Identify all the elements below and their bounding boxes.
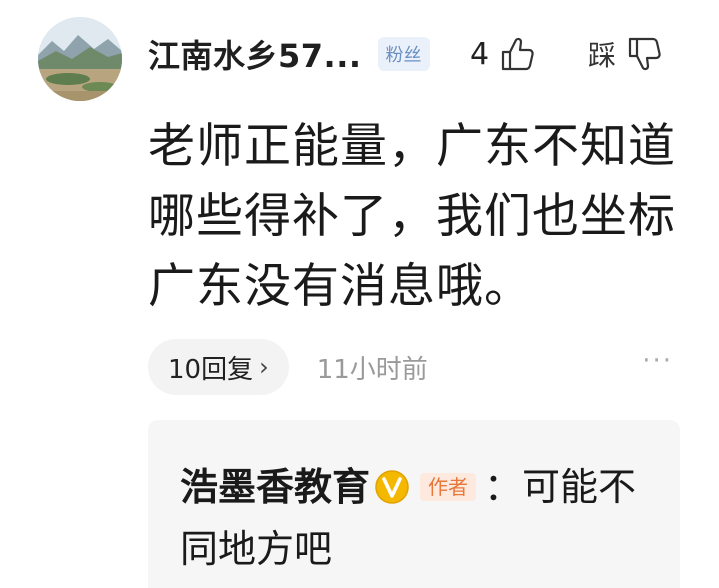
- comment-meta: 10回复 › 11小时前 ···: [148, 338, 689, 396]
- more-options-icon[interactable]: ···: [642, 346, 673, 376]
- fan-badge: 粉丝: [377, 37, 430, 71]
- comment-page: 江南水乡57... 粉丝 4 踩 老师正能量，广东不知道哪些得补了，我们也坐标广…: [0, 0, 719, 588]
- reply-author[interactable]: 浩墨香教育: [180, 465, 370, 509]
- dislike-label: 踩: [588, 39, 617, 72]
- comment-header: 江南水乡57... 粉丝 4 踩: [148, 26, 681, 82]
- comment-timestamp: 11小时前: [316, 354, 428, 385]
- chevron-right-icon: ›: [259, 353, 269, 381]
- replies-button[interactable]: 10回复 ›: [148, 339, 289, 395]
- thumbs-up-icon[interactable]: [497, 34, 537, 74]
- avatar[interactable]: [38, 17, 122, 101]
- comment-body: 老师正能量，广东不知道哪些得补了，我们也坐标广东没有消息哦。: [148, 119, 676, 314]
- landscape-avatar-image: [38, 17, 122, 101]
- verified-icon: [375, 470, 409, 504]
- author-tag: 作者: [420, 473, 477, 501]
- like-button[interactable]: 4: [470, 34, 537, 74]
- like-count: 4: [470, 36, 490, 72]
- thumbs-down-icon[interactable]: [624, 34, 664, 74]
- dislike-button[interactable]: 踩: [588, 34, 664, 74]
- reply-content: 浩墨香教育 作者 ：可能不同地方吧: [180, 456, 660, 580]
- username[interactable]: 江南水乡57...: [148, 31, 362, 77]
- replies-count-label: 10回复: [168, 354, 254, 385]
- reply-preview[interactable]: 浩墨香教育 作者 ：可能不同地方吧: [148, 420, 680, 588]
